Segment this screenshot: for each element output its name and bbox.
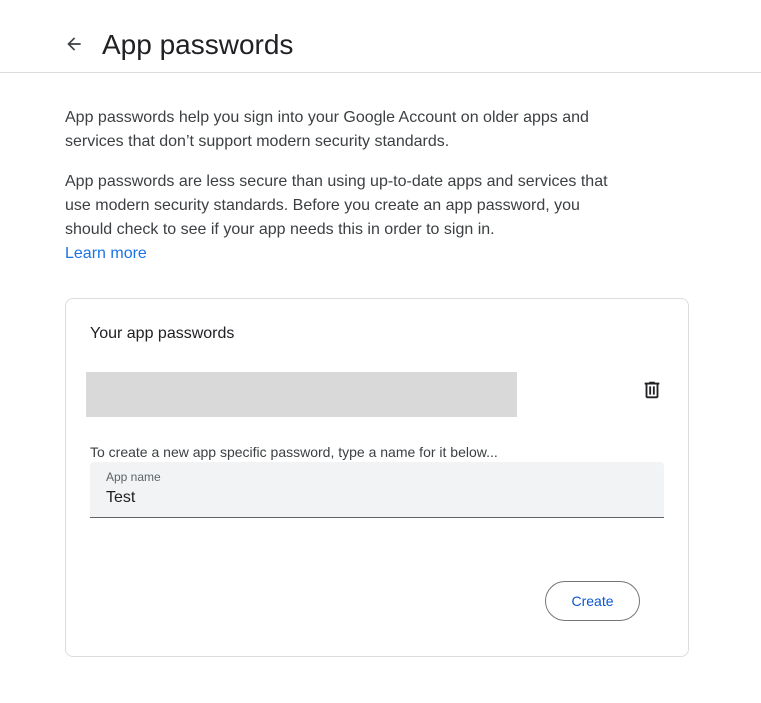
app-passwords-card: Your app passwords To create a new app s…	[65, 298, 689, 657]
card-title: Your app passwords	[90, 325, 235, 342]
intro-paragraph-1: App passwords help you sign into your Go…	[65, 109, 589, 150]
intro-section: App passwords help you sign into your Go…	[65, 106, 625, 266]
app-name-field-label: App name	[106, 470, 161, 484]
create-button[interactable]: Create	[545, 581, 640, 621]
arrow-back-icon	[67, 37, 81, 51]
trash-icon	[644, 381, 660, 399]
page-title: App passwords	[102, 29, 294, 60]
delete-password-button[interactable]	[638, 376, 666, 404]
intro-paragraph-2: App passwords are less secure than using…	[65, 173, 608, 238]
redacted-app-password-entry	[86, 372, 517, 417]
page-header: App passwords	[0, 0, 761, 73]
learn-more-link[interactable]: Learn more	[65, 242, 147, 266]
back-button[interactable]	[60, 30, 88, 58]
app-name-field[interactable]: App name	[90, 462, 664, 518]
app-name-input[interactable]	[106, 486, 646, 510]
create-password-hint: To create a new app specific password, t…	[90, 444, 498, 460]
